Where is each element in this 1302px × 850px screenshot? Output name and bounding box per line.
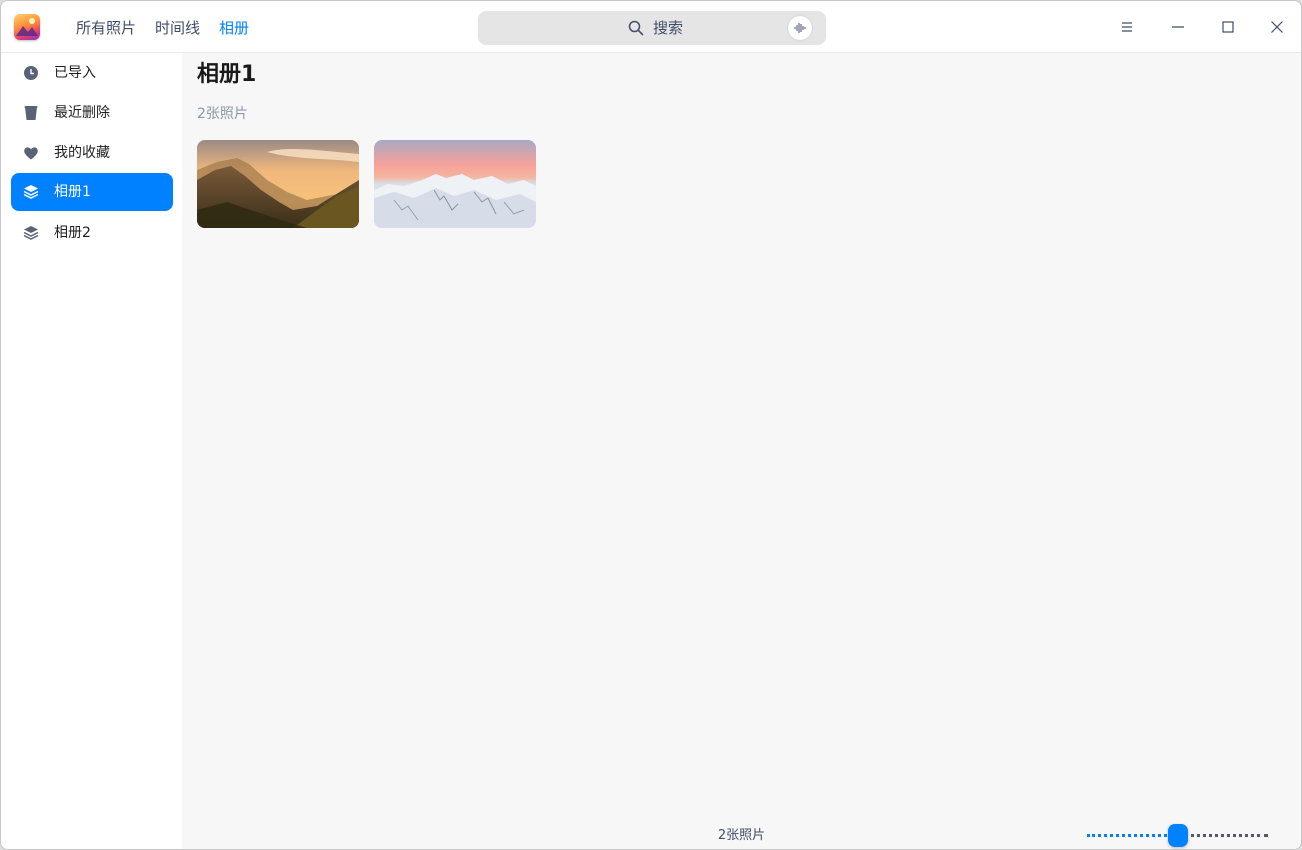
search-input[interactable]: 搜索 <box>478 11 826 45</box>
sidebar-item-recently-deleted[interactable]: 最近删除 <box>11 94 173 132</box>
close-icon <box>1271 21 1283 33</box>
sidebar-item-label: 相册1 <box>54 184 91 200</box>
title-bar: 所有照片 时间线 相册 搜索 <box>1 1 1301 53</box>
app-logo-icon <box>14 14 40 40</box>
sidebar-item-label: 已导入 <box>54 65 96 81</box>
photo-count: 2张照片 <box>197 106 248 122</box>
photo-thumbnail-mountain-sunset[interactable] <box>197 140 359 228</box>
sidebar-item-label: 相册2 <box>54 225 91 241</box>
trash-icon <box>24 106 38 120</box>
sidebar-item-album-2[interactable]: 相册2 <box>11 214 173 252</box>
close-button[interactable] <box>1264 14 1290 40</box>
slider-handle[interactable] <box>1168 824 1188 847</box>
voice-input-button[interactable] <box>788 16 812 40</box>
page-title: 相册1 <box>197 62 257 87</box>
heart-icon <box>24 147 38 160</box>
tab-all-photos[interactable]: 所有照片 <box>76 18 136 38</box>
search-icon <box>628 20 644 40</box>
maximize-button[interactable] <box>1215 14 1241 40</box>
sidebar-item-label: 我的收藏 <box>54 145 110 161</box>
menu-button[interactable] <box>1114 14 1140 40</box>
tab-albums[interactable]: 相册 <box>219 18 249 38</box>
tab-timeline[interactable]: 时间线 <box>155 18 200 38</box>
slider-track-filled <box>1087 834 1172 837</box>
voice-wave-icon <box>794 23 806 33</box>
sidebar-item-label: 最近删除 <box>54 105 110 121</box>
slider-track-empty <box>1184 834 1268 837</box>
minimize-icon <box>1172 26 1184 28</box>
app-window: 所有照片 时间线 相册 搜索 已导入 最近删除 我的收藏 相册1 相册2 相册1… <box>0 0 1302 850</box>
album-content: 相册1 2张照片 2张照片 <box>182 53 1301 849</box>
sidebar-item-imported[interactable]: 已导入 <box>11 54 173 92</box>
minimize-button[interactable] <box>1165 14 1191 40</box>
maximize-icon <box>1222 21 1234 33</box>
sidebar-item-favorites[interactable]: 我的收藏 <box>11 134 173 172</box>
menu-icon <box>1122 22 1132 32</box>
sidebar: 已导入 最近删除 我的收藏 相册1 相册2 <box>1 53 182 849</box>
clock-icon <box>24 66 38 80</box>
album-icon <box>23 226 39 240</box>
album-icon <box>23 185 39 199</box>
search-placeholder: 搜索 <box>653 19 684 37</box>
photo-thumbnail-snowy-mountain[interactable] <box>374 140 536 228</box>
sidebar-item-album-1[interactable]: 相册1 <box>11 173 173 211</box>
thumbnail-size-slider[interactable] <box>1087 821 1269 849</box>
